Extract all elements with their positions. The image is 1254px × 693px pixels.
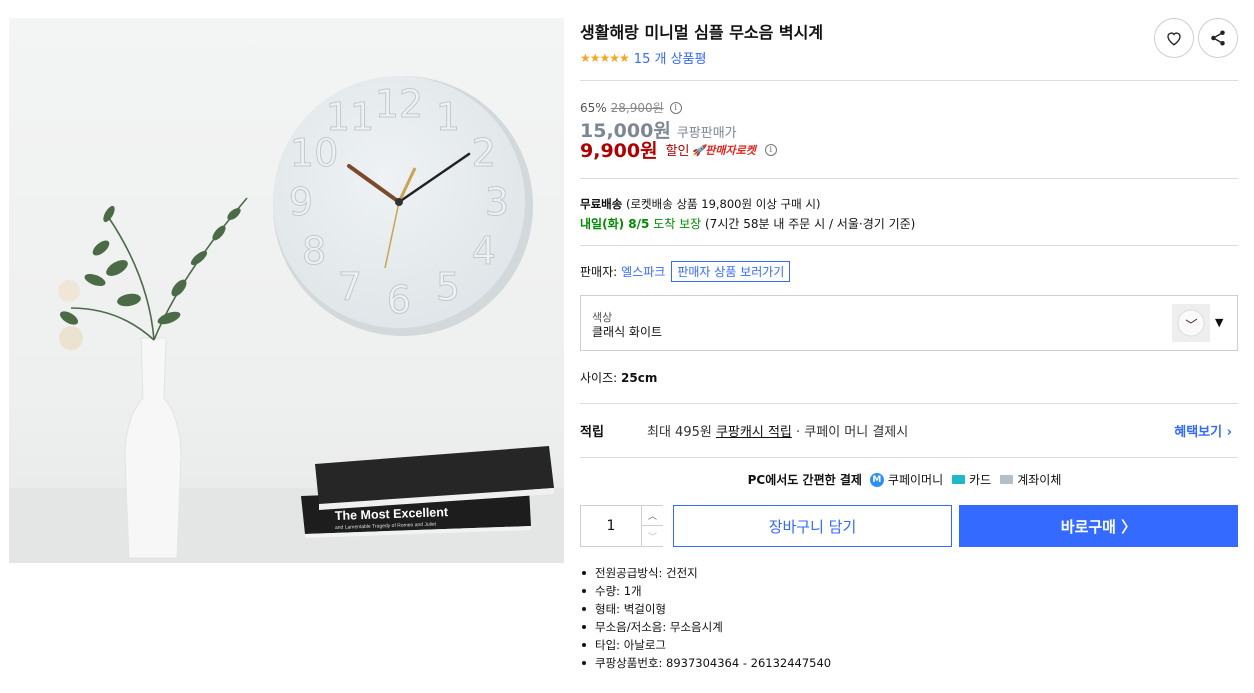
buy-now-button[interactable]: 바로구매 〉 (959, 505, 1238, 547)
discount-rate: 65% (580, 100, 607, 115)
arrival-detail: (7시간 58분 내 주문 시 / 서울·경기 기준) (705, 217, 916, 231)
divider (580, 80, 1238, 81)
option-thumbnail (1172, 304, 1210, 342)
seller-products-button[interactable]: 판매자 상품 보러가기 (671, 261, 791, 282)
coupang-cash-link[interactable]: 쿠팡캐시 적립 (716, 425, 792, 440)
payment-row: PC에서도 간편한 결제 M 쿠페이머니 카드 계좌이체 (580, 471, 1238, 488)
payment-method-label: 계좌이체 (1017, 473, 1062, 487)
rating-stars-icon: ★★★★★ (580, 50, 630, 65)
seller-row: 판매자: 엘스파크 판매자 상품 보러가기 (580, 261, 791, 282)
clock-numeral: 2 (472, 131, 496, 175)
divider (580, 178, 1238, 179)
list-item: 전원공급방식: 건전지 (582, 564, 831, 582)
divider (580, 457, 1238, 458)
share-button[interactable] (1198, 18, 1238, 58)
quantity-decrease-button[interactable]: ﹀ (641, 526, 663, 546)
heart-icon (1167, 32, 1181, 46)
free-shipping-row: 무료배송 (로켓배송 상품 19,800원 이상 구매 시) (580, 196, 820, 212)
card-icon (952, 475, 966, 484)
add-to-cart-button[interactable]: 장바구니 담기 (673, 505, 952, 547)
payment-method-label: 카드 (969, 473, 992, 487)
benefit-link[interactable]: 혜택보기 › (1174, 421, 1232, 440)
bank-transfer: 계좌이체 (1000, 471, 1061, 488)
divider (580, 245, 1238, 246)
arrival-day: 내일(화) 8/5 (580, 217, 650, 231)
payment-label: PC에서도 간편한 결제 (747, 473, 862, 487)
clock-numeral: 8 (302, 229, 326, 273)
coupay-money: M 쿠페이머니 (869, 471, 944, 488)
list-item: 수량: 1개 (582, 582, 831, 600)
clock-numeral: 6 (387, 278, 411, 322)
wishlist-button[interactable] (1154, 18, 1194, 58)
info-icon[interactable]: i (764, 143, 777, 156)
size-label: 사이즈: (580, 371, 618, 385)
clock-illustration: 12 1234567891011 (273, 76, 533, 336)
coupon-label: 할인 (665, 144, 690, 159)
seller-label: 판매자: (580, 265, 618, 279)
chevron-down-icon: ﹀ (647, 532, 657, 543)
quantity-stepper: 1 ︿ ﹀ (580, 505, 663, 547)
clock-numeral: 9 (289, 180, 313, 224)
option-value: 클래식 화이트 (592, 325, 663, 339)
product-info: 생활해랑 미니멀 심플 무소음 벽시계 ★★★★★ 15 개 상품평 65% 2… (580, 0, 1238, 693)
clock-numeral: 3 (485, 180, 509, 224)
card-payment: 카드 (952, 471, 991, 488)
coupay-icon: M (869, 472, 884, 487)
info-icon[interactable]: i (669, 101, 682, 114)
points-suffix: · 쿠페이 머니 결제시 (796, 425, 909, 440)
rocket-seller-badge: 🚀판매자로켓 (691, 143, 756, 157)
clock-numeral: 12 (375, 82, 423, 126)
product-photo: 12 1234567891011 The Most Excellent and … (9, 76, 564, 563)
list-item: 쿠팡상품번호: 8937304364 - 26132447540 (582, 654, 831, 672)
free-shipping-detail: (로켓배송 상품 19,800원 이상 구매 시) (625, 197, 821, 211)
books-illustration: The Most Excellent and Lamentable Traged… (301, 446, 554, 538)
list-item: 타입: 아날로그 (582, 636, 831, 654)
points-label: 적립 (580, 425, 604, 440)
list-item: 형태: 벽걸이형 (582, 600, 831, 618)
coupon-price-row: 9,900원 할인 🚀판매자로켓 i (580, 136, 777, 163)
free-shipping-label: 무료배송 (580, 197, 623, 211)
arrival-label: 도착 보장 (653, 217, 702, 231)
clock-numeral: 1 (436, 95, 460, 139)
clock-numeral: 11 (326, 95, 374, 139)
divider (580, 403, 1238, 404)
chevron-down-icon: ▼ (1215, 316, 1224, 329)
arrival-row: 내일(화) 8/5 도착 보장 (7시간 58분 내 주문 시 / 서울·경기 … (580, 215, 915, 232)
coupon-price: 9,900원 (580, 140, 658, 162)
discount-row: 65% 28,900원 i (580, 99, 682, 116)
size-row: 사이즈: 25cm (580, 369, 657, 386)
seller-name-link[interactable]: 엘스파크 (621, 263, 665, 280)
rating-row[interactable]: ★★★★★ 15 개 상품평 (580, 48, 707, 68)
color-option-select[interactable]: 색상 클래식 화이트 ▼ (580, 295, 1238, 351)
review-count-link[interactable]: 15 개 상품평 (634, 48, 707, 67)
size-value: 25cm (621, 371, 658, 385)
list-item: 무소음/저소음: 무소음시계 (582, 618, 831, 636)
product-image: 12 1 2 3 4 5 6 7 8 9 10 11 The Most Exce… (9, 18, 564, 563)
chevron-up-icon: ︿ (647, 512, 657, 522)
clock-numeral: 7 (338, 265, 362, 309)
product-title: 생활해랑 미니멀 심플 무소음 벽시계 (580, 23, 824, 42)
points-prefix: 최대 495원 (647, 425, 712, 440)
clock-numeral: 4 (472, 229, 496, 273)
points-row: 적립 최대 495원 쿠팡캐시 적립 · 쿠페이 머니 결제시 혜택보기 › (580, 421, 1238, 440)
spec-list: 전원공급방식: 건전지 수량: 1개 형태: 벽걸이형 무소음/저소음: 무소음… (582, 564, 831, 672)
original-price: 28,900원 (610, 101, 664, 115)
bank-icon (1000, 475, 1014, 484)
payment-method-label: 쿠페이머니 (887, 473, 944, 487)
quantity-input[interactable]: 1 (581, 506, 641, 546)
share-icon (1211, 30, 1225, 46)
clock-numeral: 5 (436, 265, 460, 309)
quantity-increase-button[interactable]: ︿ (641, 506, 663, 526)
